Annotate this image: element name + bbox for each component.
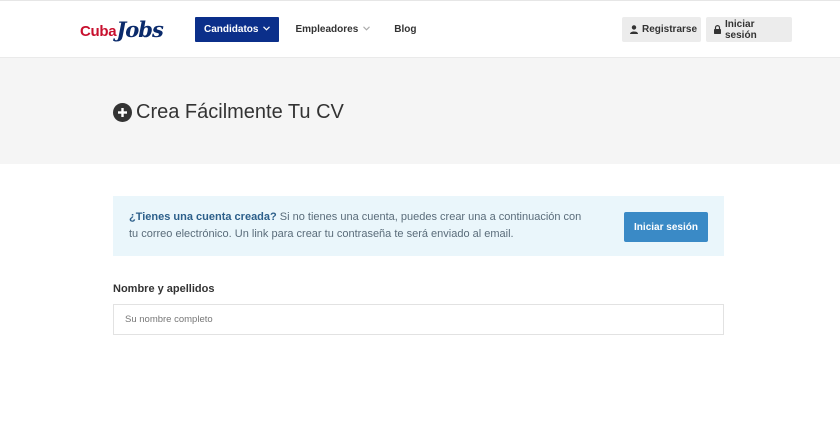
chevron-down-icon <box>263 26 271 33</box>
info-login-button[interactable]: Iniciar sesión <box>624 212 708 242</box>
page-title-text: Crea Fácilmente Tu CV <box>136 101 344 123</box>
main-nav: Candidatos Empleadores Blog <box>195 17 416 42</box>
account-info-question: ¿Tienes una cuenta creada? <box>129 211 277 223</box>
name-field-label: Nombre y apellidos <box>113 283 215 295</box>
nav-candidatos-dropdown[interactable]: Candidatos <box>195 17 280 42</box>
register-button[interactable]: Registrarse <box>622 17 701 42</box>
page-hero: Crea Fácilmente Tu CV <box>0 57 840 164</box>
nav-empleadores-label: Empleadores <box>295 24 359 35</box>
login-button[interactable]: Iniciar sesión <box>706 17 792 42</box>
nav-candidatos-label: Candidatos <box>204 24 259 35</box>
nav-blog-label: Blog <box>394 24 417 35</box>
chevron-down-icon <box>363 26 371 33</box>
lock-icon <box>714 25 721 34</box>
nav-blog-link[interactable]: Blog <box>394 24 416 35</box>
login-label: Iniciar sesión <box>725 18 757 41</box>
full-name-input[interactable] <box>113 304 724 335</box>
site-header: Cuba Jobs Candidatos Empleadores Blog Re… <box>0 0 840 57</box>
user-icon <box>630 25 638 34</box>
logo-text-cuba: Cuba <box>80 23 117 40</box>
cubajobs-logo[interactable]: Cuba Jobs <box>80 15 164 43</box>
page-title: Crea Fácilmente Tu CV <box>113 101 344 124</box>
register-label: Registrarse <box>642 24 698 35</box>
plus-circle-icon <box>113 103 132 122</box>
account-info-box: ¿Tienes una cuenta creada? Si no tienes … <box>113 196 724 256</box>
account-info-text: ¿Tienes una cuenta creada? Si no tienes … <box>129 209 589 243</box>
nav-empleadores-dropdown[interactable]: Empleadores <box>295 24 371 35</box>
logo-text-jobs: Jobs <box>116 17 163 42</box>
